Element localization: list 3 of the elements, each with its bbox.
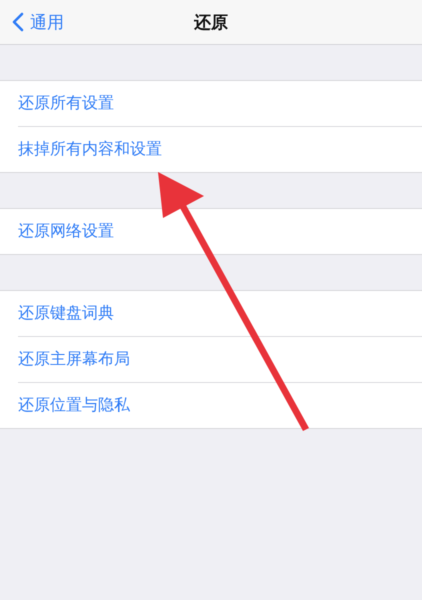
back-button[interactable]: 通用 [8,0,68,44]
screen-title: 还原 [194,12,228,34]
chevron-left-icon [12,12,24,32]
